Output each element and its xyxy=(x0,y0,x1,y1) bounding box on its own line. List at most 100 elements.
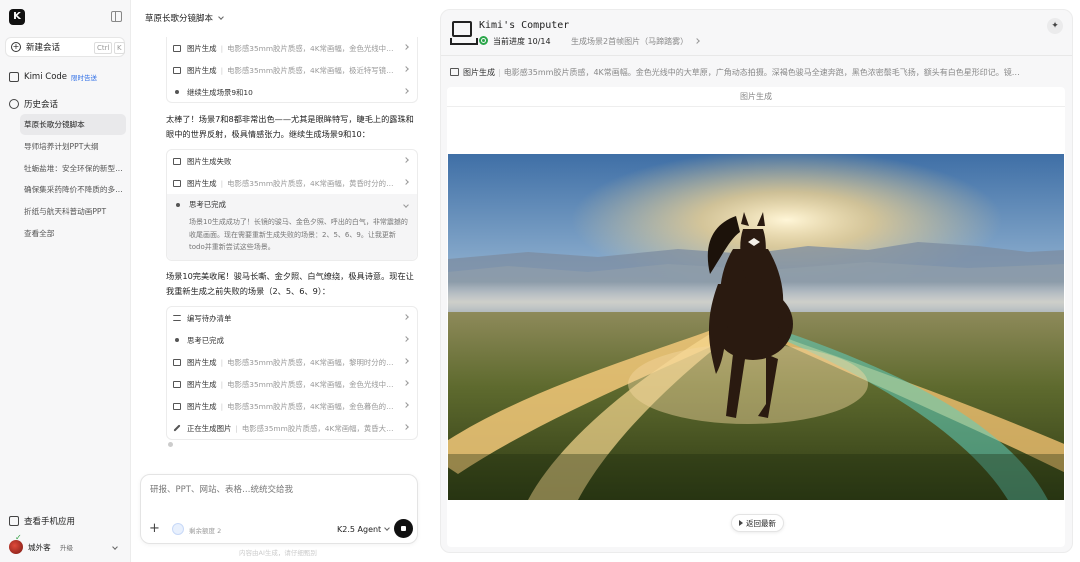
tool-kind: 图片生成 xyxy=(187,401,217,411)
computer-panel: Kimi's Computer 当前进度 10/14 生成场景2首帧图片（马蹄踏… xyxy=(440,9,1073,553)
separator: | xyxy=(220,401,224,411)
new-chat-button[interactable]: + 新建会话 Ctrl K xyxy=(5,37,125,57)
credit-icon[interactable] xyxy=(172,523,184,535)
sidebar: K + 新建会话 Ctrl K Kimi Code 限时告送 历史会话 草原长歌… xyxy=(0,0,131,562)
tool-desc: 电影感35mm胶片质感，4K常画幅，黄昏时分的… xyxy=(227,178,394,188)
tool-kind: 编写待办清单 xyxy=(187,313,232,323)
tool-call-row[interactable]: 图片生成 | 电影感35mm胶片质感，4K常画幅，黎明时分的… xyxy=(167,351,417,373)
image-icon xyxy=(173,66,181,74)
chat-panel: 草原长歌分镜脚本 图片生成 | 电影感35mm胶片质感，4K常画幅，金色光线中… … xyxy=(131,0,437,562)
credit-label: 剩余额度 2 xyxy=(189,527,222,535)
sparkle-icon[interactable]: ✦ xyxy=(1047,18,1063,34)
back-label: 返回最新 xyxy=(746,519,776,528)
tool-call-row[interactable]: 图片生成 | 电影感35mm胶片质感，4K常画幅，金色光线中… xyxy=(167,37,417,59)
chevron-down-icon xyxy=(218,14,224,20)
stop-button[interactable] xyxy=(394,519,413,538)
chevron-right-icon xyxy=(693,38,700,44)
history-item[interactable]: 折纸与航天科普动画PPT xyxy=(20,201,126,222)
model-selector[interactable]: K2.5 Agent xyxy=(337,525,391,534)
tool-call-row[interactable]: 图片生成 | 电影感35mm胶片质感，4K常画幅，金色光线中… xyxy=(167,373,417,395)
history-item[interactable]: 导师培养计划PPT大纲 xyxy=(20,136,126,157)
history-header: 历史会话 xyxy=(9,98,58,110)
tool-desc: 电影感35mm胶片质感，4K常画幅，黎明时分的… xyxy=(227,357,394,367)
separator: | xyxy=(220,43,224,53)
sidebar-collapse-icon[interactable] xyxy=(111,11,122,22)
separator: | xyxy=(235,423,238,433)
tool-call-row[interactable]: 图片生成失败 xyxy=(167,150,417,172)
tool-kind: 图片生成 xyxy=(187,178,217,188)
history-item[interactable]: 确保集采药降价不降质的多… xyxy=(20,179,126,200)
image-icon xyxy=(173,179,181,187)
computer-icon xyxy=(450,21,478,45)
mobile-app-link[interactable]: 查看手机应用 xyxy=(9,515,75,527)
progress-step-text: 生成场景2首帧图片（马蹄踏雾） xyxy=(571,37,689,46)
progress-label: 当前进度 10/14 xyxy=(493,37,551,46)
back-to-latest-button[interactable]: 返回最新 xyxy=(731,514,784,532)
separator: | xyxy=(220,65,224,75)
separator: | xyxy=(220,379,224,389)
view-all-history[interactable]: 查看全部 xyxy=(20,223,126,244)
tool-call-card: 图片生成失败 图片生成 | 电影感35mm胶片质感，4K常画幅，黄昏时分的… 思考… xyxy=(166,149,418,261)
thinking-title: 思考已完成 xyxy=(189,200,226,209)
history-item[interactable]: 牡蛎盐堆：安全环保的新型… xyxy=(20,158,126,179)
thinking-toggle[interactable]: 思考已完成 xyxy=(173,194,409,216)
tool-kind: 思考已完成 xyxy=(187,335,224,345)
new-chat-label: 新建会话 xyxy=(26,43,61,53)
chevron-right-icon xyxy=(403,314,409,320)
chat-title: 草原长歌分镜脚本 xyxy=(145,14,214,24)
kimi-logo[interactable]: K xyxy=(9,9,25,25)
history-title: 历史会话 xyxy=(24,100,59,110)
sidebar-item-kimi-code[interactable]: Kimi Code 限时告送 xyxy=(9,72,97,82)
tool-call-row[interactable]: 继续生成场景9和10 xyxy=(167,81,417,103)
tool-call-row[interactable]: 图片生成 | 电影感35mm胶片质感，4K常画幅，黄昏时分的… xyxy=(167,172,417,194)
phone-icon xyxy=(9,516,19,526)
composer-input[interactable]: 研报、PPT、网站、表格…统统交给我 xyxy=(150,483,293,495)
chevron-right-icon xyxy=(403,336,409,342)
todo-list-icon xyxy=(173,315,181,321)
horse-photo-svg xyxy=(448,154,1064,500)
progress-status-icon xyxy=(479,36,488,45)
tool-kind: 图片生成 xyxy=(187,357,217,367)
disclaimer: 内容由AI生成，请仔细甄别 xyxy=(239,549,317,557)
tool-kind: 图片生成失败 xyxy=(187,156,232,166)
upgrade-link[interactable]: 升级 xyxy=(60,542,73,552)
separator: | xyxy=(220,357,224,367)
chevron-right-icon xyxy=(403,179,409,185)
tool-desc: 电影感35mm胶片质感，4K常画幅，黄昏大… xyxy=(241,423,394,433)
attach-plus-icon[interactable]: + xyxy=(149,522,160,535)
chevron-right-icon xyxy=(403,66,409,72)
image-icon xyxy=(173,157,181,165)
tool-desc: 电影感35mm胶片质感，4K常画幅，金色暮色的… xyxy=(227,401,394,411)
separator: | xyxy=(498,68,501,77)
chat-title-dropdown[interactable]: 草原长歌分镜脚本 xyxy=(145,12,224,24)
panel-title: Kimi's Computer xyxy=(479,20,570,31)
loading-indicator xyxy=(168,442,173,447)
chevron-right-icon xyxy=(403,380,409,386)
assistant-message: 场景10完美收尾！骏马长嘶、金夕照、白气缭绕，极具诗意。现在让我重新生成之前失败… xyxy=(166,271,414,296)
image-icon xyxy=(173,358,181,366)
code-icon xyxy=(9,72,19,82)
user-menu-chevron-icon[interactable] xyxy=(112,544,118,550)
tool-call-row[interactable]: 图片生成 | 电影感35mm胶片质感，4K常画幅，金色暮色的… xyxy=(167,395,417,417)
tool-call-row[interactable]: 图片生成 | 电影感35mm胶片质感，4K常画幅，极近特写镜… xyxy=(167,59,417,81)
tool-kind: 图片生成 xyxy=(187,65,217,75)
viewer-title: 图片生成 xyxy=(447,87,1065,107)
tool-call-row[interactable]: 思考已完成 xyxy=(167,329,417,351)
new-chat-icon: + xyxy=(11,42,21,52)
step-kind: 图片生成 xyxy=(463,68,495,77)
thinking-text: 场景10生成成功了！长镜的骏马、金色夕照、呼出的白气，非常震撼的收尾画面。现在需… xyxy=(189,218,408,251)
tool-call-row[interactable]: 正在生成图片 | 电影感35mm胶片质感，4K常画幅，黄昏大… xyxy=(167,417,417,439)
tool-desc: 电影感35mm胶片质感，4K常画幅，金色光线中… xyxy=(227,43,394,53)
tool-call-row[interactable]: 编写待办清单 xyxy=(167,307,417,329)
generated-horse-image[interactable] xyxy=(448,154,1064,500)
avatar[interactable] xyxy=(9,540,23,554)
chevron-right-icon xyxy=(403,157,409,163)
pencil-icon xyxy=(173,424,181,432)
user-name: 城外客 xyxy=(28,543,51,552)
history-item[interactable]: 草原长歌分镜脚本 xyxy=(20,114,126,135)
progress-step-link[interactable]: 生成场景2首帧图片（马蹄踏雾） xyxy=(571,36,700,47)
chevron-right-icon xyxy=(403,88,409,94)
tool-kind: 正在生成图片 xyxy=(187,423,232,433)
divider xyxy=(441,55,1072,56)
kimi-code-badge: 限时告送 xyxy=(71,74,98,82)
